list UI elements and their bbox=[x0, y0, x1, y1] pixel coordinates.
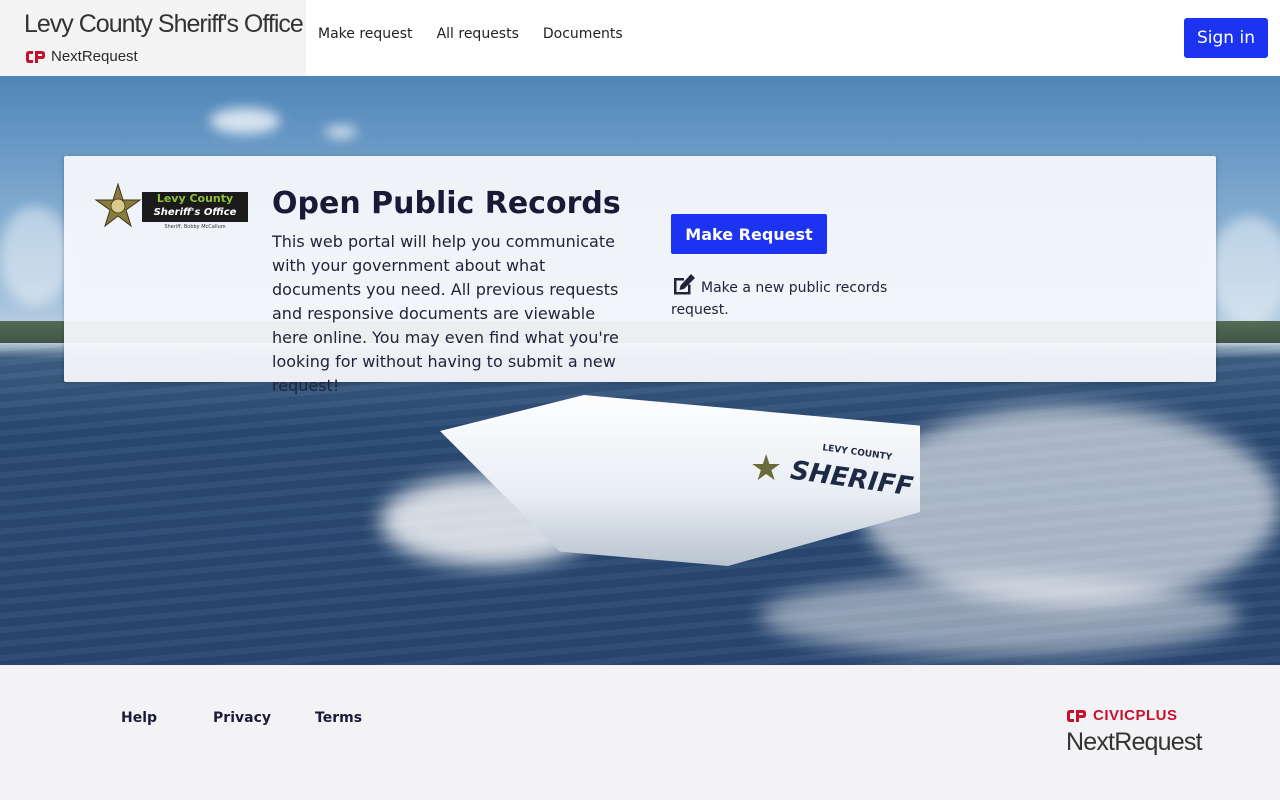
cloud bbox=[325, 126, 357, 138]
cloud bbox=[210, 108, 280, 134]
footer-help-link[interactable]: Help bbox=[121, 710, 157, 726]
civicplus-logo-icon bbox=[1067, 709, 1086, 722]
civicplus-brand[interactable]: CIVICPLUS bbox=[1066, 707, 1178, 724]
main-nav: Make request All requests Documents bbox=[318, 26, 623, 42]
civicplus-logo-icon bbox=[26, 50, 45, 63]
cloud bbox=[1210, 216, 1280, 326]
seal-line-3: Sheriff, Bobby McCallum bbox=[164, 224, 225, 230]
nav-documents[interactable]: Documents bbox=[543, 26, 623, 42]
nav-make-request[interactable]: Make request bbox=[318, 26, 413, 42]
edit-icon bbox=[674, 274, 695, 295]
brand-block[interactable]: Levy County Sheriff's Office NextRequest bbox=[0, 0, 306, 76]
make-request-button[interactable]: Make Request bbox=[671, 214, 827, 254]
sign-in-button[interactable]: Sign in bbox=[1184, 18, 1268, 58]
org-title[interactable]: Levy County Sheriff's Office bbox=[24, 10, 304, 39]
sheriff-seal-logo: Levy County Sheriff's Office Sheriff, Bo… bbox=[94, 182, 248, 230]
civicplus-name: CIVICPLUS bbox=[1093, 707, 1178, 724]
page-title: Open Public Records bbox=[272, 186, 621, 221]
site-header: Levy County Sheriff's Office NextRequest… bbox=[0, 0, 1280, 76]
product-name: NextRequest bbox=[51, 48, 138, 65]
intro-card: Levy County Sheriff's Office Sheriff, Bo… bbox=[64, 156, 1216, 395]
boat-wake bbox=[760, 576, 1240, 656]
sheriff-star-icon: ★ bbox=[750, 448, 783, 489]
boat-wake bbox=[860, 406, 1280, 606]
footer-links: Help Privacy Terms bbox=[121, 710, 362, 726]
footer-privacy-link[interactable]: Privacy bbox=[213, 710, 271, 726]
cloud bbox=[0, 206, 70, 306]
make-request-note: Make a new public records request. bbox=[671, 272, 911, 321]
seal-line-2: Sheriff's Office bbox=[154, 207, 237, 218]
intro-description: This web portal will help you communicat… bbox=[272, 232, 619, 395]
nav-all-requests[interactable]: All requests bbox=[437, 26, 519, 42]
product-logo: NextRequest bbox=[25, 48, 138, 65]
civicplus-product: NextRequest bbox=[1066, 728, 1203, 756]
footer-terms-link[interactable]: Terms bbox=[315, 710, 362, 726]
seal-line-1: Levy County bbox=[157, 192, 233, 205]
site-footer: Help Privacy Terms CIVICPLUS NextRequest bbox=[0, 665, 1280, 800]
make-request-note-text: Make a new public records request. bbox=[671, 280, 888, 318]
